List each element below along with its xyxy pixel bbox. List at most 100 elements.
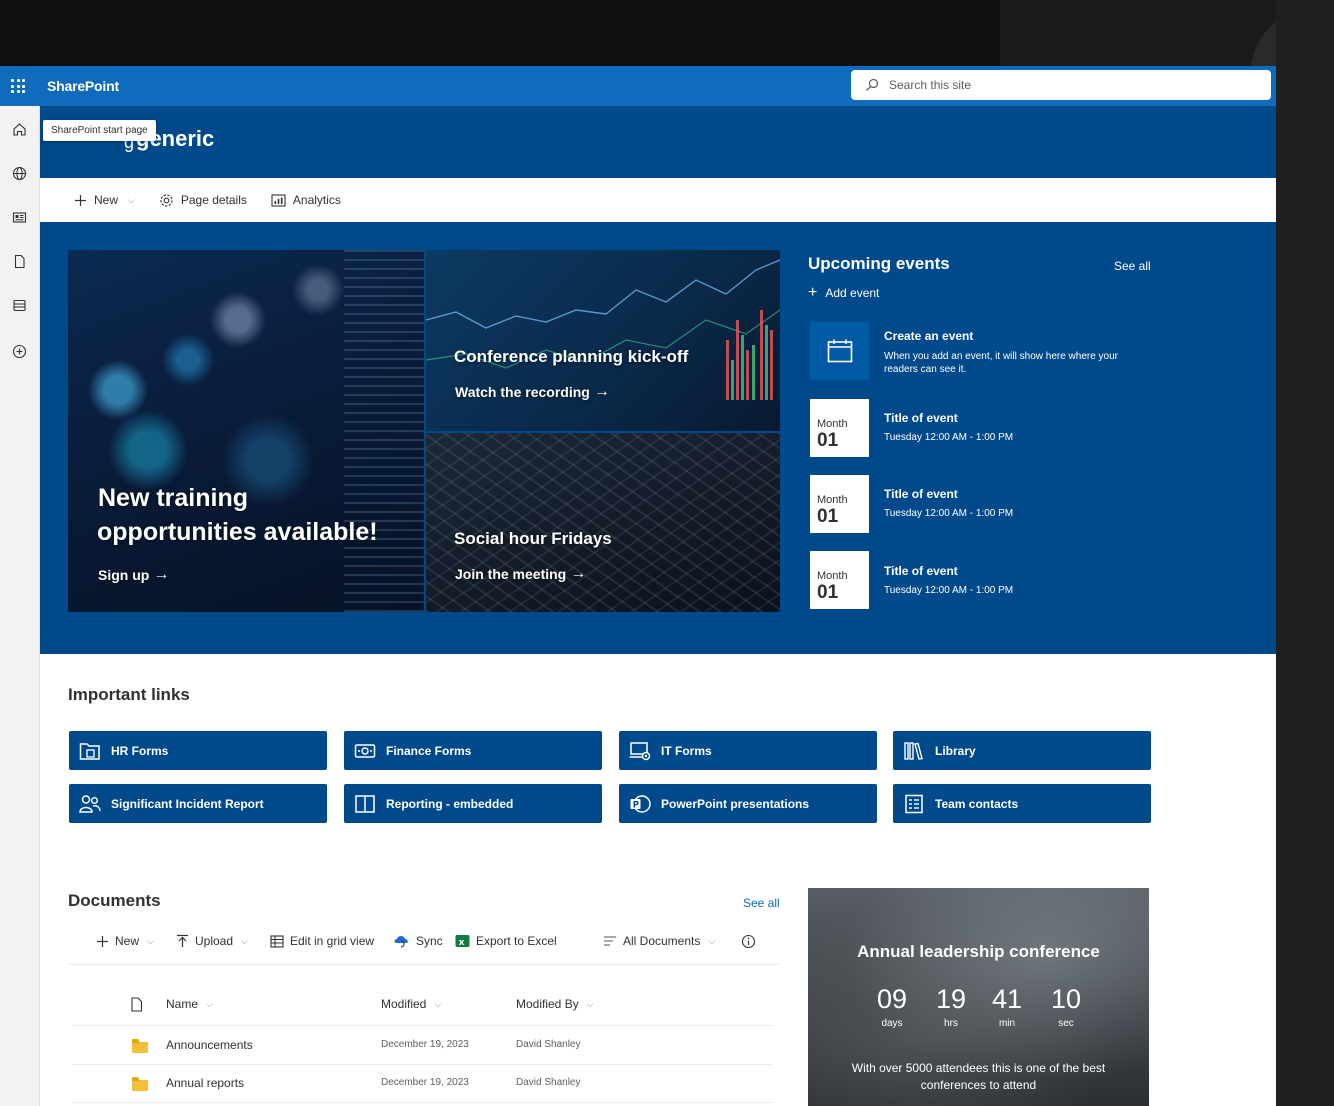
event-date-box[interactable]: Month 01 bbox=[810, 551, 869, 609]
view-selector[interactable]: All Documents ⌵ bbox=[603, 934, 715, 948]
event-date-box[interactable]: Month 01 bbox=[810, 475, 869, 533]
countdown-description: With over 5000 attendees this is one of … bbox=[851, 1061, 1106, 1092]
countdown-seconds: 10 bbox=[1050, 984, 1082, 1014]
quicklink-finance-forms[interactable]: Finance Forms bbox=[344, 731, 602, 770]
svg-text:x: x bbox=[459, 938, 465, 948]
laptop-settings-icon bbox=[629, 741, 651, 760]
search-box[interactable]: Search this site bbox=[851, 70, 1271, 100]
join-meeting-link[interactable]: Join the meeting → bbox=[455, 565, 586, 583]
quicklink-powerpoint-presentations[interactable]: P PowerPoint presentations bbox=[619, 784, 877, 823]
export-excel-button[interactable]: x Export to Excel bbox=[455, 934, 557, 948]
new-button[interactable]: New ⌵ bbox=[74, 193, 135, 207]
events-see-all-link[interactable]: See all bbox=[1114, 259, 1151, 273]
site-header: g generic bbox=[40, 106, 1276, 178]
arrow-right-icon: → bbox=[153, 566, 170, 583]
file-type-header[interactable] bbox=[130, 997, 143, 1012]
name-column-label: Name bbox=[166, 997, 199, 1011]
name-column-header[interactable]: Name ⌵ bbox=[166, 997, 213, 1011]
columns-icon bbox=[355, 794, 375, 813]
event-title[interactable]: Title of event bbox=[884, 487, 958, 501]
row-name[interactable]: Annual reports bbox=[166, 1076, 244, 1090]
hero-main-tile[interactable]: New training opportunities available! Si… bbox=[68, 250, 424, 612]
event-title[interactable]: Title of event bbox=[884, 411, 958, 425]
event-day: 01 bbox=[817, 506, 839, 527]
sign-up-link[interactable]: Sign up → bbox=[98, 566, 169, 584]
row-modified: December 19, 2023 bbox=[381, 1039, 469, 1050]
quicklink-reporting-embedded[interactable]: Reporting - embedded bbox=[344, 784, 602, 823]
events-title: Upcoming events bbox=[808, 254, 950, 273]
documents-see-all-link[interactable]: See all bbox=[743, 896, 780, 910]
quicklink-library[interactable]: Library bbox=[893, 731, 1151, 770]
hero-bottom-right-tile[interactable]: Social hour Fridays Join the meeting → bbox=[426, 433, 780, 612]
sync-button[interactable]: Sync bbox=[393, 934, 443, 948]
watch-recording-link[interactable]: Watch the recording → bbox=[455, 383, 610, 401]
countdown-minutes: 41 bbox=[991, 984, 1023, 1014]
export-excel-label: Export to Excel bbox=[476, 934, 557, 948]
event-day: 01 bbox=[817, 582, 839, 603]
chevron-down-icon: ⌵ bbox=[147, 935, 154, 946]
calendar-icon bbox=[827, 339, 852, 363]
create-icon[interactable] bbox=[10, 342, 28, 360]
app-bar bbox=[0, 106, 40, 1106]
modified-column-label: Modified bbox=[381, 997, 427, 1011]
chevron-down-icon: ⌵ bbox=[206, 998, 213, 1009]
hero-top-right-tile[interactable]: Conference planning kick-off Watch the r… bbox=[426, 250, 780, 431]
countdown-title: Annual leadership conference bbox=[857, 942, 1100, 961]
app-launcher-icon[interactable] bbox=[0, 66, 36, 106]
plus-icon: + bbox=[808, 284, 818, 301]
view-selector-label: All Documents bbox=[623, 934, 701, 948]
chevron-down-icon: ⌵ bbox=[241, 935, 248, 946]
doc-new-button[interactable]: New ⌵ bbox=[96, 934, 154, 948]
folder-icon bbox=[132, 1039, 148, 1053]
edit-grid-button[interactable]: Edit in grid view bbox=[270, 934, 374, 948]
document-icon[interactable] bbox=[10, 252, 28, 270]
quicklink-label: Reporting - embedded bbox=[386, 796, 514, 811]
app-name[interactable]: SharePoint bbox=[47, 78, 119, 94]
watch-recording-label: Watch the recording bbox=[455, 384, 590, 400]
hero-main-title-line1: New training bbox=[98, 484, 249, 512]
money-icon bbox=[354, 743, 376, 758]
countdown-hours-label: hrs bbox=[944, 1018, 958, 1029]
event-time: Tuesday 12:00 AM - 1:00 PM bbox=[884, 585, 1014, 596]
svg-text:P: P bbox=[633, 800, 639, 810]
event-title[interactable]: Title of event bbox=[884, 564, 958, 578]
quicklink-label: Finance Forms bbox=[386, 743, 472, 758]
create-event-title[interactable]: Create an event bbox=[884, 329, 973, 343]
countdown-seconds-label: sec bbox=[1058, 1018, 1074, 1029]
row-modified-by: David Shanley bbox=[516, 1077, 581, 1088]
search-placeholder[interactable]: Search this site bbox=[889, 78, 971, 92]
create-event-icon-box[interactable] bbox=[810, 322, 869, 380]
row-name[interactable]: Announcements bbox=[166, 1038, 253, 1052]
arrow-right-icon: → bbox=[570, 565, 587, 582]
countdown-minutes-label: min bbox=[998, 1018, 1016, 1029]
modified-by-column-header[interactable]: Modified By ⌵ bbox=[516, 997, 594, 1011]
quicklink-significant-incident-report[interactable]: Significant Incident Report bbox=[69, 784, 327, 823]
command-bar: New ⌵ Page details Analytics bbox=[40, 178, 1276, 222]
quicklink-team-contacts[interactable]: Team contacts bbox=[893, 784, 1151, 823]
stock-chart-decoration bbox=[426, 259, 780, 400]
info-icon bbox=[741, 934, 756, 949]
page-details-button[interactable]: Page details bbox=[159, 193, 247, 208]
event-date-box[interactable]: Month 01 bbox=[810, 399, 869, 457]
view-lines-icon bbox=[604, 936, 616, 946]
quicklink-hr-forms[interactable]: HR Forms bbox=[69, 731, 327, 770]
countdown-days: 09 bbox=[876, 984, 908, 1014]
device-frame-right bbox=[1276, 0, 1334, 1106]
home-icon[interactable] bbox=[10, 120, 28, 138]
form-folder-icon bbox=[79, 742, 100, 760]
quicklink-label: Significant Incident Report bbox=[111, 796, 264, 811]
upload-button[interactable]: Upload ⌵ bbox=[176, 934, 248, 948]
countdown-days-label: days bbox=[881, 1018, 903, 1029]
sync-label: Sync bbox=[416, 934, 443, 948]
globe-icon[interactable] bbox=[10, 164, 28, 182]
quicklink-it-forms[interactable]: IT Forms bbox=[619, 731, 877, 770]
modified-column-header[interactable]: Modified ⌵ bbox=[381, 997, 441, 1011]
gear-icon bbox=[160, 193, 173, 207]
add-event-button[interactable]: + Add event bbox=[808, 284, 879, 302]
info-button[interactable] bbox=[741, 934, 762, 949]
countdown-hours: 19 bbox=[935, 984, 967, 1014]
analytics-button[interactable]: Analytics bbox=[271, 193, 341, 207]
news-icon[interactable] bbox=[10, 208, 28, 226]
event-time: Tuesday 12:00 AM - 1:00 PM bbox=[884, 508, 1014, 519]
list-icon[interactable] bbox=[10, 296, 28, 314]
